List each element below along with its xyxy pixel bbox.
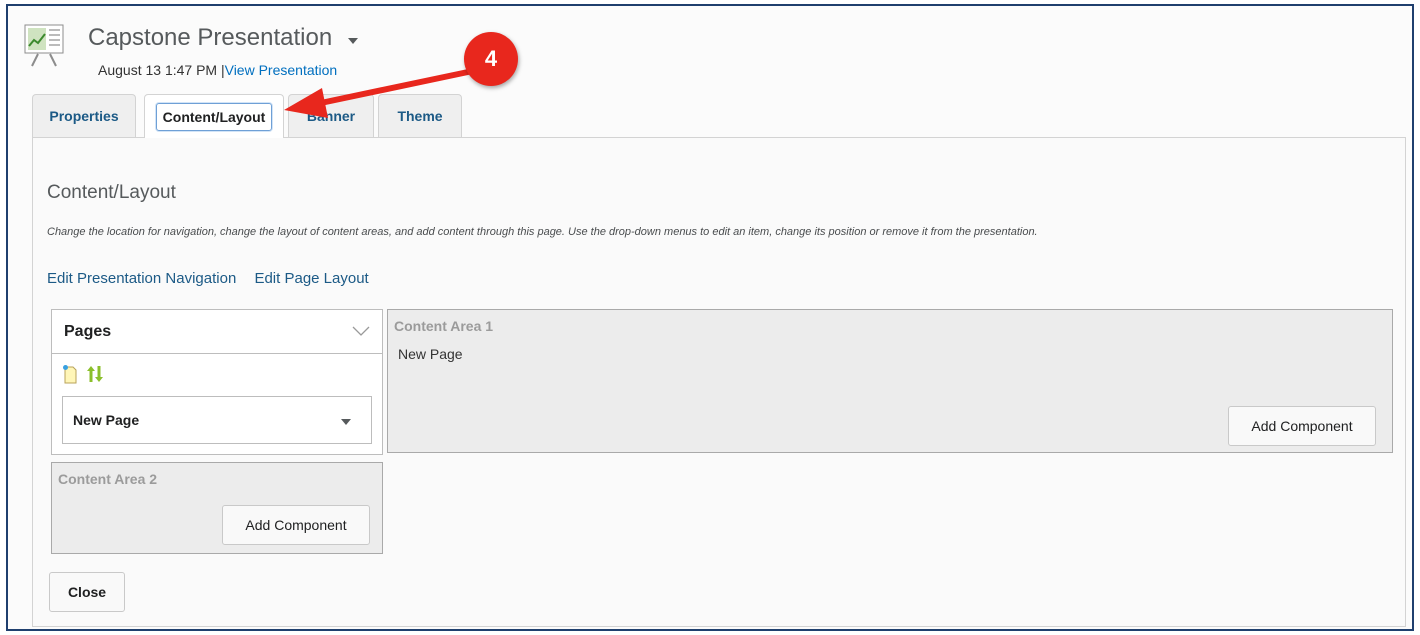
edit-presentation-navigation-link[interactable]: Edit Presentation Navigation [47,270,236,287]
layout-links: Edit Presentation Navigation Edit Page L… [47,270,383,287]
tab-theme-label: Theme [397,108,443,124]
content-area-2: Content Area 2 Add Component [51,462,383,554]
new-page-icon[interactable] [62,364,78,389]
add-component-button-area-1[interactable]: Add Component [1228,406,1376,446]
view-presentation-link[interactable]: View Presentation [225,62,338,78]
chevron-down-icon[interactable] [352,323,370,341]
presentation-editor-window: Capstone Presentation August 13 1:47 PM … [6,4,1414,631]
page-dropdown[interactable]: New Page [62,396,372,444]
content-area-1-item[interactable]: New Page [398,346,463,362]
tab-banner[interactable]: Banner [288,94,374,137]
pages-heading: Pages [64,322,112,340]
tab-theme[interactable]: Theme [378,94,462,137]
presentation-subtitle: August 13 1:47 PM |View Presentation [98,62,337,78]
add-component-button-area-2[interactable]: Add Component [222,505,370,545]
pages-toolbar [62,364,104,389]
presentation-icon [24,24,66,67]
title-dropdown-icon[interactable] [347,32,359,50]
presentation-title: Capstone Presentation [88,24,333,51]
edit-page-layout-link[interactable]: Edit Page Layout [254,270,368,287]
page-dropdown-value: New Page [73,412,140,428]
pages-panel: Pages New Page [51,309,383,455]
tab-content-layout-label: Content/Layout [155,102,273,131]
reorder-icon[interactable] [86,364,104,389]
tab-banner-label: Banner [306,108,356,124]
tab-content-layout[interactable]: Content/Layout [144,94,284,138]
pages-panel-header[interactable]: Pages [52,310,382,354]
section-title: Content/Layout [47,182,176,203]
close-button[interactable]: Close [49,572,125,612]
tab-properties[interactable]: Properties [32,94,136,137]
dropdown-arrow-icon [341,412,351,428]
section-description: Change the location for navigation, chan… [47,226,1038,238]
content-area-1-label: Content Area 1 [394,318,494,334]
tab-properties-label: Properties [49,108,119,124]
content-area-1: Content Area 1 New Page Add Component [387,309,1393,453]
content-layout-panel: Content/Layout Change the location for n… [32,137,1406,627]
content-area-2-label: Content Area 2 [58,471,158,487]
last-modified-date: August 13 1:47 PM [98,62,218,78]
